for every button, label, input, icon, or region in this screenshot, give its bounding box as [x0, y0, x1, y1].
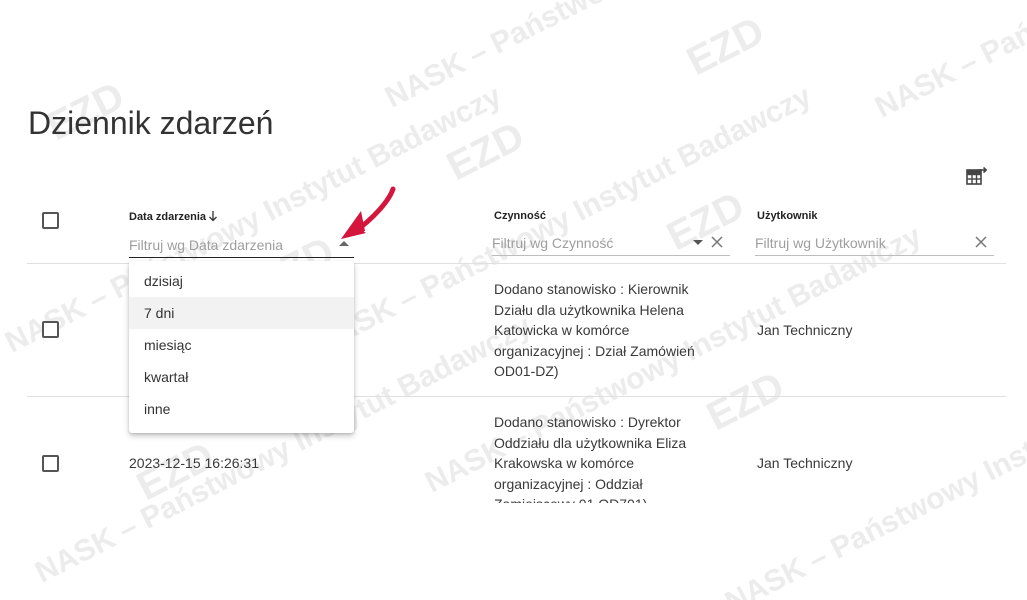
watermark-text: NASK – Państwowy Instytut Badawczy — [870, 0, 1027, 125]
action-filter[interactable] — [492, 233, 730, 256]
column-header-action-label: Czynność — [494, 210, 546, 222]
row-checkbox[interactable] — [42, 321, 59, 338]
row-user: Jan Techniczny — [757, 455, 853, 471]
row-action: Dodano stanowisko : Kierownik Działu dla… — [494, 281, 695, 379]
page-title: Dziennik zdarzeń — [28, 105, 274, 141]
date-filter[interactable] — [129, 235, 354, 258]
date-filter-dropdown: dzisiaj 7 dni miesiąc kwartał inne — [129, 261, 354, 433]
option-7-days[interactable]: 7 dni — [129, 297, 354, 329]
sort-descending-icon[interactable] — [208, 210, 218, 222]
watermark-text: EZD — [440, 113, 532, 190]
watermark-text: EZD — [680, 8, 772, 85]
option-today[interactable]: dzisiaj — [129, 265, 354, 297]
option-month[interactable]: miesiąc — [129, 329, 354, 361]
row-user: Jan Techniczny — [757, 322, 853, 338]
row-date: 2023-12-15 16:26:31 — [129, 455, 259, 471]
date-filter-input[interactable] — [129, 235, 354, 255]
column-header-user[interactable]: Użytkownik — [757, 210, 818, 222]
option-other[interactable]: inne — [129, 393, 354, 425]
column-header-date-label: Data zdarzenia — [129, 211, 207, 223]
table-export-icon — [966, 166, 988, 185]
column-header-user-label: Użytkownik — [757, 210, 818, 222]
clear-filter-icon[interactable] — [975, 236, 987, 248]
user-filter-input[interactable] — [755, 233, 994, 253]
row-action: Dodano stanowisko : Dyrektor Oddziału dl… — [494, 414, 687, 503]
column-header-action[interactable]: Czynność — [494, 210, 546, 222]
column-header-date[interactable]: Data zdarzenia — [129, 210, 218, 223]
chevron-down-icon[interactable] — [693, 240, 703, 245]
export-table-button[interactable] — [963, 163, 989, 189]
select-all-checkbox[interactable] — [42, 212, 59, 229]
watermark-text: NASK – Państwowy Instytut Badawczy — [380, 0, 887, 115]
clear-filter-icon[interactable] — [711, 236, 723, 248]
user-filter[interactable] — [755, 233, 994, 256]
row-checkbox[interactable] — [42, 455, 59, 472]
annotation-arrow-icon — [341, 186, 396, 239]
option-quarter[interactable]: kwartał — [129, 361, 354, 393]
row-action-clip: Dodano stanowisko : Dyrektor Oddziału dl… — [494, 412, 724, 503]
